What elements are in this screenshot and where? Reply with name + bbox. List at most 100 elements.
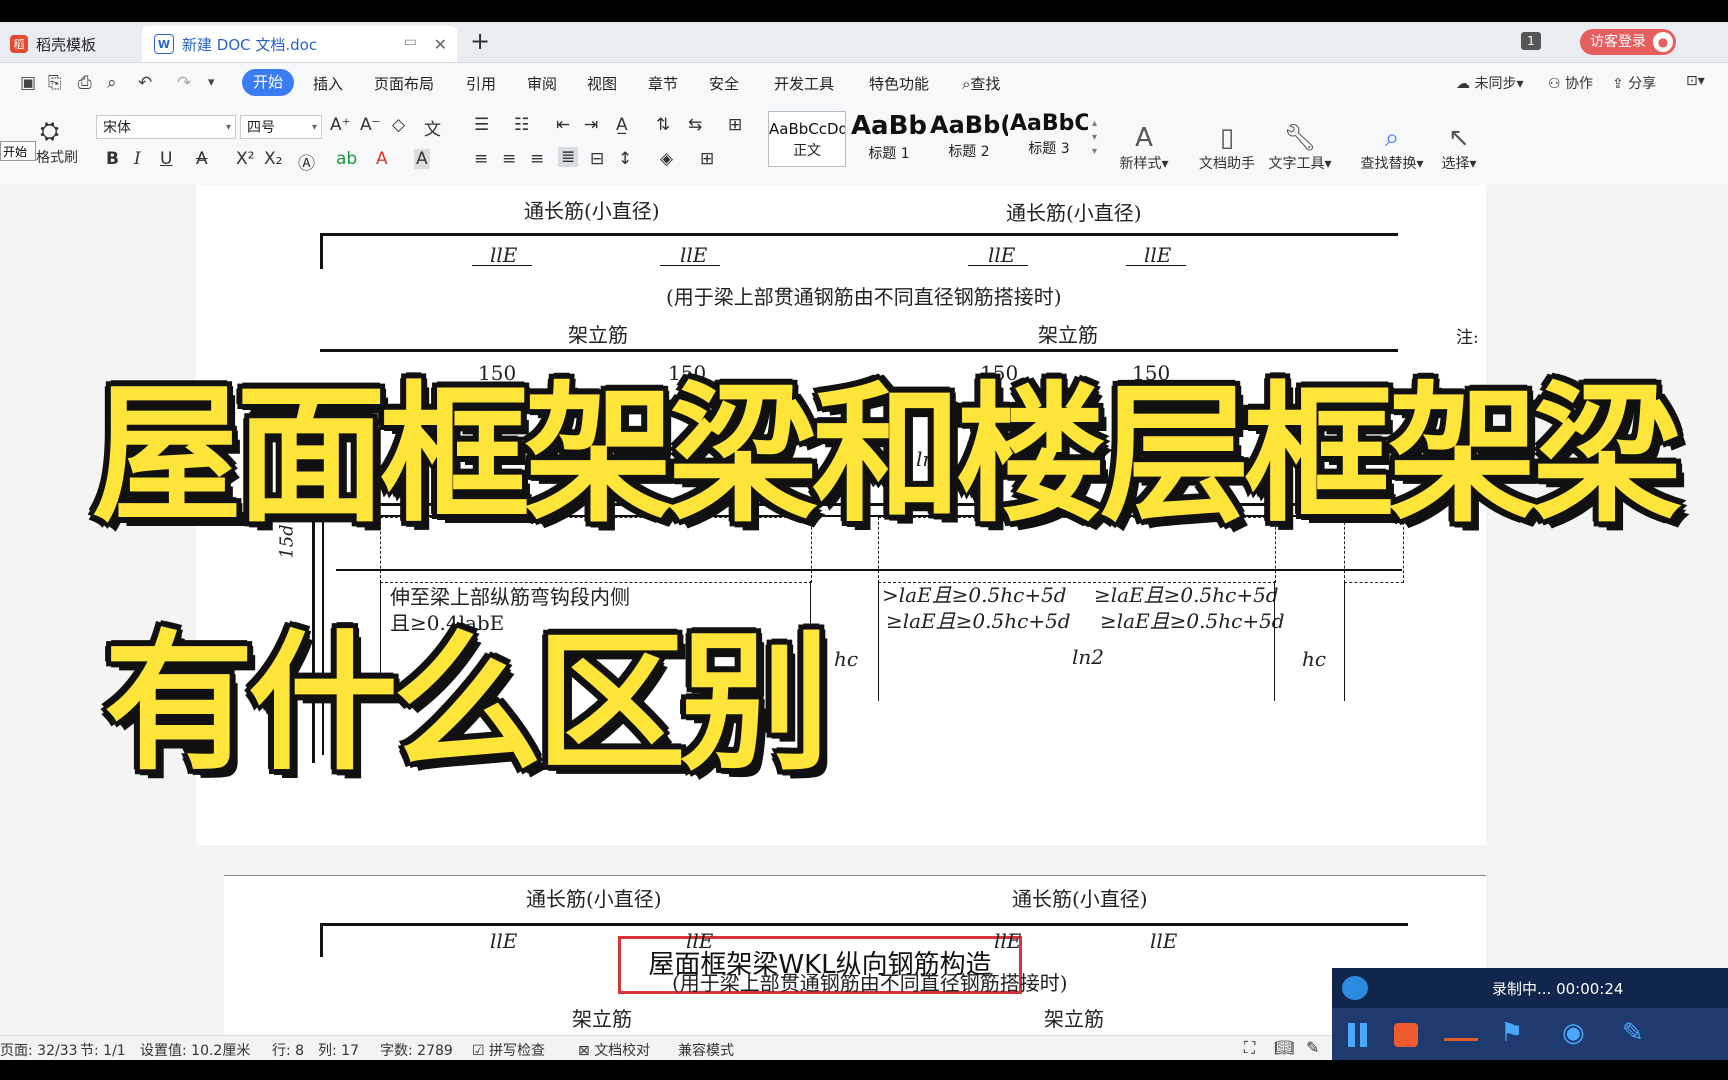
strikethrough-icon[interactable]: A [196, 149, 208, 169]
menu-developer[interactable]: 开发工具 [774, 73, 834, 94]
show-marks-icon[interactable]: ⇆ [688, 115, 702, 135]
close-tab-icon[interactable]: ✕ [434, 35, 447, 54]
page-indicator[interactable]: 页面: 32/33 [0, 1040, 78, 1060]
font-color-icon[interactable]: A [376, 149, 388, 169]
font-name-select[interactable]: 宋体 ▾ [96, 115, 236, 139]
highlight-icon[interactable]: ab [336, 149, 357, 169]
menu-insert[interactable]: 插入 [313, 73, 343, 94]
undo-icon[interactable]: ↶ [138, 73, 152, 93]
page-count-badge[interactable]: 1 [1521, 32, 1541, 50]
align-left-icon[interactable]: ≡ [474, 149, 488, 169]
decrease-font-icon[interactable]: A⁻ [360, 115, 381, 135]
align-right-icon[interactable]: ≡ [530, 149, 544, 169]
collaborate-label: 协作 [1565, 76, 1594, 92]
line-spacing-icon[interactable]: ↕ [618, 149, 632, 169]
share-icon: ⇪ [1612, 76, 1624, 92]
flag-icon: ⚑ [1500, 1018, 1524, 1048]
proofread-button[interactable]: ⊠ 文档校对 [578, 1040, 650, 1060]
webcam-button[interactable]: ◉ [1562, 1018, 1596, 1052]
style-scroll-icon[interactable]: ▴ ▾ ▾ [1092, 117, 1097, 159]
window-pin-icon[interactable]: ▭ [404, 34, 417, 50]
sort-icon[interactable]: ⇅ [656, 115, 670, 135]
save-icon[interactable]: ▣ [20, 73, 36, 93]
spell-check-button[interactable]: ☑ 拼写检查 [472, 1040, 545, 1060]
table-icon[interactable]: ⊞ [728, 115, 742, 135]
audio-level-meter[interactable] [1444, 1018, 1478, 1052]
char-shading-icon[interactable]: A [414, 149, 430, 169]
setting-value[interactable]: 设置值: 10.2厘米 [140, 1040, 250, 1060]
distribute-icon[interactable]: ⊟ [590, 149, 604, 169]
dim-line [472, 265, 532, 266]
new-style-button[interactable]: A 新样式▾ [1114, 123, 1174, 173]
menu-page-layout[interactable]: 页面布局 [374, 73, 434, 94]
bold-icon[interactable]: B [106, 149, 119, 169]
increase-font-icon[interactable]: A⁺ [330, 115, 351, 135]
reading-mode-icon[interactable]: 📖︎ [1274, 1038, 1294, 1057]
mark-button[interactable]: ⚑ [1500, 1018, 1534, 1052]
menu-review[interactable]: 审阅 [527, 73, 557, 94]
menu-special-features[interactable]: 特色功能 [869, 73, 929, 94]
find-replace-button[interactable]: ⌕ 查找替换▾ [1354, 123, 1430, 173]
start-popup[interactable]: 开始 [0, 141, 36, 161]
menu-references[interactable]: 引用 [466, 73, 496, 94]
word-count[interactable]: 字数: 2789 [380, 1040, 453, 1060]
new-style-label: 新样式 [1119, 156, 1162, 172]
style-normal[interactable]: AaBbCcDd 正文 [768, 111, 846, 167]
phonetic-guide-icon[interactable]: 文 [424, 115, 441, 140]
collaborate-button[interactable]: ⚇ 协作 [1548, 73, 1593, 93]
share-button[interactable]: ⇪ 分享 [1612, 73, 1656, 93]
section-indicator[interactable]: 节: 1/1 [80, 1040, 126, 1060]
sync-label: 未同步 [1474, 76, 1517, 92]
draw-button[interactable]: ✎ [1622, 1018, 1656, 1052]
menu-start[interactable]: 开始 [242, 69, 294, 96]
select-button[interactable]: ↖ 选择▾ [1436, 123, 1482, 173]
text-effect-icon[interactable]: Ⓐ [298, 149, 315, 174]
print-icon[interactable]: ⎙ [78, 73, 92, 93]
style-heading-3[interactable]: AaBbC( 标题 3 [1010, 111, 1088, 165]
tab-daoke-templates[interactable]: 稻 稻壳模板 [0, 26, 148, 62]
new-tab-button[interactable]: + [470, 29, 490, 53]
customize-toolbar-icon[interactable]: ▾ [208, 75, 215, 90]
spell-check-label: 拼写检查 [489, 1043, 546, 1059]
visitor-login-button[interactable]: 访客登录 ● [1580, 29, 1676, 55]
style-heading-2[interactable]: AaBb( 标题 2 [930, 111, 1008, 165]
style-sample: AaBbCcDd [769, 120, 845, 138]
borders-icon[interactable]: ⊞ [700, 149, 714, 169]
subscript-icon[interactable]: X₂ [264, 149, 282, 169]
decrease-indent-icon[interactable]: ⇤ [556, 115, 570, 135]
menu-view[interactable]: 视图 [587, 73, 617, 94]
fullscreen-icon[interactable]: ⛶ [1244, 1038, 1255, 1058]
text-tools-button[interactable]: 🔧︎ 文字工具▾ [1262, 123, 1338, 173]
format-painter-label[interactable]: 格式刷 [36, 147, 78, 167]
stop-recording-button[interactable] [1390, 1018, 1424, 1052]
tab-current-document[interactable]: W 新建 DOC 文档.doc ▭ ✕ [142, 26, 457, 62]
menu-security[interactable]: 安全 [709, 73, 739, 94]
menu-search[interactable]: ⌕查找 [962, 73, 1000, 94]
italic-icon[interactable]: I [134, 149, 141, 169]
redo-icon[interactable]: ↷ [177, 73, 191, 93]
shading-icon[interactable]: ◈ [660, 149, 673, 169]
font-size-select[interactable]: 四号 ▾ [240, 115, 322, 139]
chinese-layout-icon[interactable]: A̲ [616, 115, 628, 135]
bullet-list-icon[interactable]: ☰ [474, 115, 489, 135]
format-painter-icon[interactable]: ⛭ [40, 117, 59, 145]
recorder-header: 录制中... 00:00:24 [1332, 968, 1728, 1008]
underline-icon[interactable]: U [160, 149, 172, 169]
doc-assistant-button[interactable]: ▯ 文档助手 [1194, 123, 1260, 173]
align-center-icon[interactable]: ≡ [502, 149, 516, 169]
superscript-icon[interactable]: X² [236, 149, 254, 169]
style-heading-1[interactable]: AaBb 标题 1 [850, 111, 928, 165]
clear-format-icon[interactable]: ◇ [392, 115, 405, 135]
style-label: 标题 3 [1028, 141, 1070, 157]
pause-recording-button[interactable] [1342, 1018, 1376, 1052]
more-options-icon[interactable]: ⊡▾ [1686, 73, 1705, 89]
edit-mode-icon[interactable]: ✎ [1306, 1038, 1319, 1057]
sync-status-button[interactable]: ☁ 未同步▾ [1456, 73, 1523, 93]
justify-icon[interactable]: ≣ [558, 147, 579, 167]
print-preview-icon[interactable]: ⌕ [107, 73, 117, 93]
format-icon[interactable]: ⎘ [48, 73, 62, 93]
anchor-length-1: >laE且≥0.5hc+5d [882, 583, 1067, 607]
increase-indent-icon[interactable]: ⇥ [584, 115, 598, 135]
numbered-list-icon[interactable]: ☷ [514, 115, 529, 135]
menu-chapter[interactable]: 章节 [648, 73, 678, 94]
